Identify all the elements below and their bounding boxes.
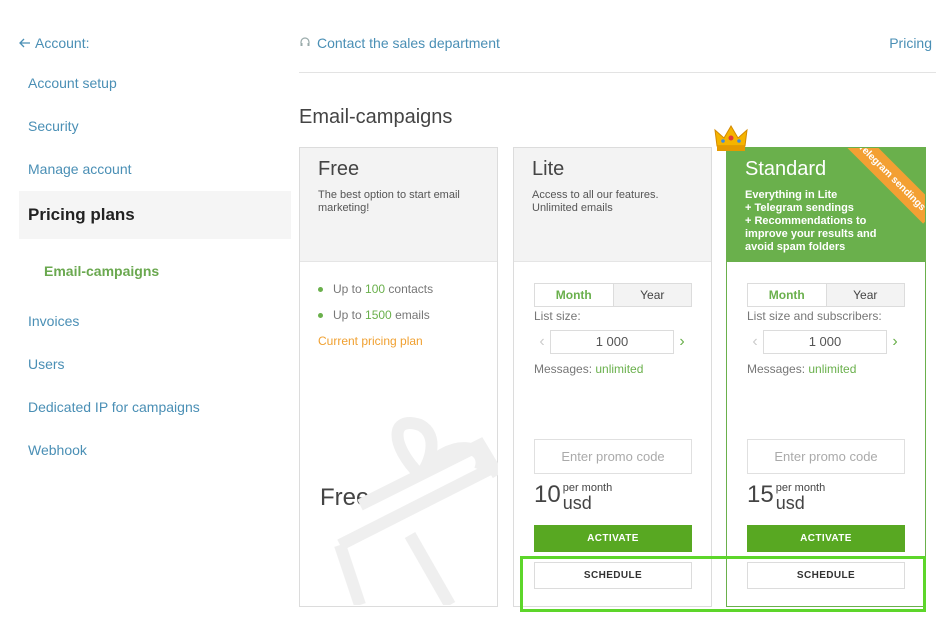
sidebar: Account: Account setup Security Manage a… <box>0 0 300 638</box>
list-size-label: List size and subscribers: <box>747 309 882 323</box>
sidebar-item-security[interactable]: Security <box>28 118 79 134</box>
plan-card-lite: Lite Access to all our features. Unlimit… <box>513 147 712 607</box>
messages-value: unlimited <box>808 362 857 376</box>
plan-title: Free <box>318 158 360 180</box>
feature-contacts: Up to 100 contacts <box>318 282 479 296</box>
activate-button[interactable]: ACTIVATE <box>747 525 905 552</box>
messages-label: Messages: <box>534 362 596 376</box>
sidebar-item-invoices[interactable]: Invoices <box>28 313 79 329</box>
contact-sales-label: Contact the sales department <box>317 35 500 51</box>
plan-features: Up to 100 contacts Up to 1500 emails Cur… <box>300 262 497 348</box>
feature-emails: Up to 1500 emails <box>318 308 479 322</box>
messages-value: unlimited <box>595 362 644 376</box>
pricing-link[interactable]: Pricing <box>889 35 932 51</box>
plan-card-header: Lite Access to all our features. Unlimit… <box>514 148 711 262</box>
list-size-input[interactable]: 1 000 <box>550 330 674 354</box>
feature-text: Up to <box>333 308 362 322</box>
sidebar-item-dedicated-ip[interactable]: Dedicated IP for campaigns <box>28 399 200 415</box>
sidebar-subitem-email-campaigns[interactable]: Email-campaigns <box>44 263 159 279</box>
crown-icon <box>714 124 748 159</box>
toggle-month[interactable]: Month <box>748 284 826 306</box>
back-link-label: Account: <box>35 35 90 51</box>
current-plan-label: Current pricing plan <box>318 334 423 348</box>
sidebar-item-manage-account[interactable]: Manage account <box>28 161 132 177</box>
plan-description: The best option to start email marketing… <box>318 189 460 214</box>
promo-code-input[interactable]: Enter promo code <box>534 439 692 474</box>
sidebar-item-webhook[interactable]: Webhook <box>28 442 87 458</box>
bullet-icon <box>318 312 323 318</box>
chevron-left-icon[interactable]: ‹ <box>747 333 763 351</box>
chevron-right-icon[interactable]: › <box>674 333 690 351</box>
back-link[interactable]: Account: <box>19 35 89 51</box>
feature-text: Up to <box>333 282 362 296</box>
plan-title: Lite <box>532 158 565 180</box>
list-size-stepper: ‹ 1 000 › <box>534 330 692 354</box>
feature-value: 1500 <box>365 308 392 322</box>
chevron-right-icon[interactable]: › <box>887 333 903 351</box>
sidebar-item-users[interactable]: Users <box>28 356 65 372</box>
feature-value: 100 <box>365 282 386 296</box>
schedule-button[interactable]: SCHEDULE <box>747 562 905 589</box>
feature-text: emails <box>395 308 430 322</box>
toggle-month[interactable]: Month <box>535 284 613 306</box>
promo-code-input[interactable]: Enter promo code <box>747 439 905 474</box>
page-title: Email-campaigns <box>299 106 453 128</box>
header-divider <box>299 72 936 73</box>
price-currency: usd <box>775 493 805 513</box>
billing-period-toggle: Month Year <box>534 283 692 307</box>
chevron-left-icon[interactable]: ‹ <box>534 333 550 351</box>
price-unit: per month usd <box>563 481 613 512</box>
price-amount: 15 <box>747 481 774 508</box>
plan-card-header: Free The best option to start email mark… <box>300 148 497 262</box>
billing-period-toggle: Month Year <box>747 283 905 307</box>
list-size-label: List size: <box>534 309 581 323</box>
messages-info: Messages: unlimited <box>534 362 643 376</box>
headset-icon <box>299 35 311 51</box>
arrow-left-icon <box>19 35 31 51</box>
list-size-stepper: ‹ 1 000 › <box>747 330 905 354</box>
price-amount: 10 <box>534 481 561 508</box>
bullet-icon <box>318 286 323 292</box>
activate-button[interactable]: ACTIVATE <box>534 525 692 552</box>
price-unit: per month usd <box>776 481 826 512</box>
schedule-button[interactable]: SCHEDULE <box>534 562 692 589</box>
sidebar-item-pricing-plans[interactable]: Pricing plans <box>28 205 135 225</box>
plan-card-standard: Standard Everything in Lite + Telegram s… <box>726 147 926 607</box>
feature-text: contacts <box>388 282 434 296</box>
contact-sales-link[interactable]: Contact the sales department <box>299 35 500 51</box>
plan-description: Everything in Lite + Telegram sendings +… <box>745 189 877 253</box>
messages-info: Messages: unlimited <box>747 362 856 376</box>
list-size-input[interactable]: 1 000 <box>763 330 887 354</box>
plan-price: 15 per month usd <box>747 481 825 512</box>
gift-icon <box>300 395 504 610</box>
price-currency: usd <box>562 493 592 513</box>
sidebar-item-account-setup[interactable]: Account setup <box>28 75 117 91</box>
messages-label: Messages: <box>747 362 809 376</box>
plan-description: Access to all our features. Unlimited em… <box>532 189 659 214</box>
plan-price: 10 per month usd <box>534 481 612 512</box>
toggle-year[interactable]: Year <box>825 284 904 306</box>
toggle-year[interactable]: Year <box>612 284 691 306</box>
